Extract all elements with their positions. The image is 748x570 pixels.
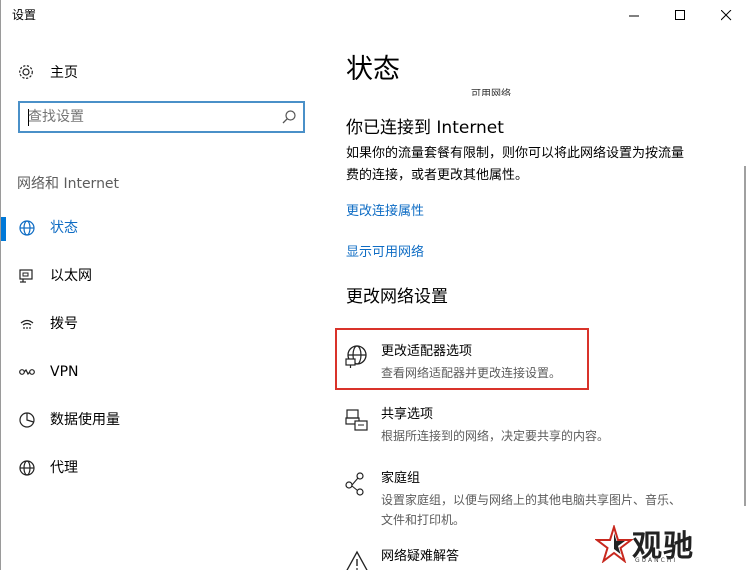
sidebar-item-label: 数据使用量 bbox=[50, 412, 120, 428]
homegroup-icon bbox=[345, 472, 364, 496]
main-content: 状态 可用网络 你已连接到 Internet 如果你的流量套餐有限制，则你可以将… bbox=[323, 30, 748, 570]
sidebar-item-label: VPN bbox=[50, 364, 79, 380]
settings-window: 设置 主页 网络和 Internet bbox=[0, 0, 748, 570]
sidebar-item-label: 以太网 bbox=[50, 268, 92, 284]
sidebar-item-status[interactable]: 状态 bbox=[1, 206, 323, 254]
scrollbar[interactable] bbox=[744, 166, 746, 506]
sidebar: 主页 网络和 Internet 状态 bbox=[1, 30, 323, 570]
dialup-icon bbox=[20, 319, 34, 329]
description-line: 设置家庭组，以便与网络上的其他电脑共享图片、音乐、 bbox=[381, 493, 682, 507]
highlight-box bbox=[335, 328, 589, 390]
window-title: 设置 bbox=[12, 8, 37, 22]
ethernet-icon bbox=[19, 269, 33, 283]
minimize-button[interactable] bbox=[611, 0, 657, 30]
show-available-networks-link[interactable]: 显示可用网络 bbox=[346, 241, 424, 260]
minimize-icon bbox=[628, 15, 639, 16]
sidebar-item-label: 拨号 bbox=[50, 316, 78, 332]
sidebar-item-proxy[interactable]: 代理 bbox=[1, 446, 323, 494]
search-input[interactable] bbox=[28, 107, 268, 127]
close-button[interactable] bbox=[703, 0, 748, 30]
change-network-settings-heading: 更改网络设置 bbox=[346, 287, 448, 307]
description-line: 文件和打印机。 bbox=[381, 513, 466, 527]
sharing-icon bbox=[345, 409, 368, 431]
warning-icon bbox=[346, 550, 368, 570]
sidebar-item-data-usage[interactable]: 数据使用量 bbox=[1, 398, 323, 446]
vpn-icon bbox=[19, 368, 35, 376]
option-title: 网络疑难解答 bbox=[381, 549, 460, 564]
data-usage-icon bbox=[19, 412, 35, 428]
maximize-button[interactable] bbox=[657, 0, 703, 30]
watermark-subtext: GUANCHI bbox=[635, 557, 678, 564]
description-line: 如果你的流量套餐有限制，则你可以将此网络设置为按流量 bbox=[346, 146, 685, 161]
title-bar: 设置 bbox=[1, 0, 748, 30]
maximize-icon bbox=[674, 9, 685, 20]
connected-heading: 你已连接到 Internet bbox=[346, 118, 504, 138]
connected-description: 如果你的流量套餐有限制，则你可以将此网络设置为按流量 费的连接，或者更改其他属性… bbox=[346, 143, 748, 187]
section-label: 网络和 Internet bbox=[17, 176, 120, 192]
sidebar-item-label: 状态 bbox=[50, 220, 78, 236]
close-icon bbox=[720, 9, 731, 20]
option-description: 根据所连接到的网络，决定要共享的内容。 bbox=[381, 429, 610, 443]
sidebar-home[interactable]: 主页 bbox=[17, 60, 78, 84]
sidebar-item-label: 代理 bbox=[50, 460, 78, 476]
change-connection-properties-link[interactable]: 更改连接属性 bbox=[346, 200, 424, 219]
clipped-text: 可用网络 bbox=[471, 89, 511, 96]
watermark: 观驰 GUANCHI bbox=[595, 521, 715, 567]
option-title: 共享选项 bbox=[381, 407, 434, 422]
sidebar-item-dialup[interactable]: 拨号 bbox=[1, 302, 323, 350]
gear-icon bbox=[19, 65, 33, 79]
search-icon[interactable] bbox=[281, 109, 297, 125]
page-title: 状态 bbox=[346, 54, 400, 85]
home-label: 主页 bbox=[50, 65, 78, 81]
globe-icon bbox=[19, 220, 35, 236]
search-box[interactable] bbox=[18, 101, 305, 133]
star-logo-icon bbox=[595, 525, 633, 563]
option-title: 家庭组 bbox=[381, 471, 421, 486]
sidebar-nav: 状态 以太网 拨号 VPN 数据使用量 代理 bbox=[1, 206, 323, 494]
description-line: 费的连接，或者更改其他属性。 bbox=[346, 168, 529, 183]
sidebar-item-ethernet[interactable]: 以太网 bbox=[1, 254, 323, 302]
globe-icon bbox=[19, 460, 35, 476]
active-indicator bbox=[1, 217, 6, 241]
sidebar-item-vpn[interactable]: VPN bbox=[1, 350, 323, 398]
